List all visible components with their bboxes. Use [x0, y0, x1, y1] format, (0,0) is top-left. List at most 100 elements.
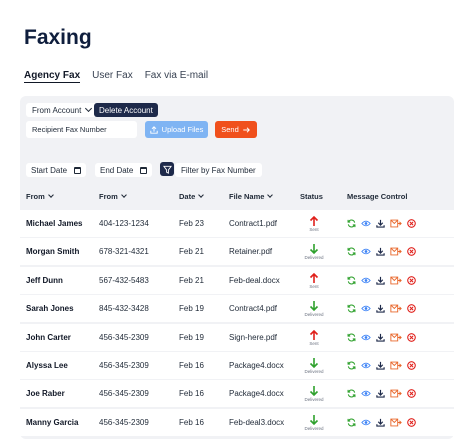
tab-user-fax[interactable]: User Fax [92, 70, 133, 83]
tab-bar: Agency Fax User Fax Fax via E-mail [24, 70, 208, 83]
table-header: From From Date File Name Status Message … [20, 192, 454, 206]
view-icon[interactable] [361, 247, 371, 256]
delete-icon[interactable] [407, 247, 416, 257]
delete-icon[interactable] [407, 304, 416, 314]
file-name[interactable]: Retainer.pdf [229, 238, 272, 265]
refresh-icon[interactable] [347, 418, 356, 427]
recipient-fax-input[interactable] [26, 121, 137, 138]
refresh-icon[interactable] [347, 219, 356, 228]
forward-icon[interactable] [390, 276, 402, 285]
header-date[interactable]: Date [179, 192, 205, 201]
header-from-name[interactable]: From [26, 192, 54, 201]
delete-icon[interactable] [407, 361, 416, 370]
file-name[interactable]: Feb-deal.docx [229, 267, 280, 294]
sender-fax-number: 845-432-3428 [99, 304, 149, 314]
download-icon[interactable] [376, 389, 385, 399]
arrow-right-icon [243, 126, 250, 133]
table-row[interactable]: John Carter 456-345-2309 Feb 19 Sign-here.p… [20, 323, 454, 351]
download-icon[interactable] [376, 247, 385, 257]
header-label: From [99, 192, 118, 201]
sender-name: Joe Raber [26, 389, 65, 399]
forward-icon[interactable] [390, 304, 402, 313]
download-icon[interactable] [376, 276, 385, 285]
status-cell: Delivered [303, 380, 325, 407]
file-name[interactable]: Feb-deal3.docx [229, 409, 284, 436]
sender-name: Michael James [26, 219, 83, 228]
filter-by-fax-number-input[interactable]: Filter by Fax Number [175, 163, 262, 177]
tab-agency-fax[interactable]: Agency Fax [24, 70, 81, 83]
view-icon[interactable] [361, 219, 371, 228]
status-cell: Delivered [303, 238, 325, 265]
view-icon[interactable] [361, 361, 371, 370]
filter-icon[interactable] [160, 162, 174, 176]
refresh-icon[interactable] [347, 304, 356, 313]
refresh-icon[interactable] [347, 333, 356, 342]
delete-account-button[interactable]: Delete Account [94, 103, 158, 117]
table-row[interactable]: Sarah Jones 845-432-3428 Feb 19 Contract4.p… [20, 295, 454, 323]
forward-icon[interactable] [390, 247, 402, 256]
download-icon[interactable] [376, 219, 385, 228]
message-controls [347, 352, 416, 379]
forward-icon[interactable] [390, 361, 402, 370]
forward-icon[interactable] [390, 389, 402, 398]
sender-fax-number: 456-345-2309 [99, 389, 149, 399]
header-label: From [26, 192, 45, 201]
table-row[interactable]: Jeff Dunn 567-432-5483 Feb 21 Feb-deal.docx… [20, 266, 454, 294]
status-cell: Delivered [303, 352, 325, 379]
delete-icon[interactable] [407, 417, 416, 427]
page-title: Faxing [24, 26, 92, 49]
header-from-number[interactable]: From [99, 192, 127, 201]
end-date-picker[interactable]: End Date [95, 163, 153, 177]
arrow-down-icon [309, 386, 319, 397]
table-row[interactable]: Michael James 404-123-1234 Feb 23 Contract1… [20, 210, 454, 237]
refresh-icon[interactable] [347, 276, 356, 285]
download-icon[interactable] [376, 361, 385, 370]
view-icon[interactable] [361, 276, 371, 285]
tab-fax-via-email[interactable]: Fax via E-mail [145, 70, 208, 83]
refresh-icon[interactable] [347, 361, 356, 370]
forward-icon[interactable] [390, 333, 402, 342]
delete-icon[interactable] [407, 275, 416, 285]
fax-date: Feb 16 [179, 389, 204, 399]
message-controls [347, 324, 416, 351]
send-button[interactable]: Send [215, 121, 257, 138]
file-name[interactable]: Sign-here.pdf [229, 324, 277, 351]
refresh-icon[interactable] [347, 389, 356, 398]
forward-icon[interactable] [390, 219, 402, 228]
view-icon[interactable] [361, 389, 371, 398]
arrow-up-icon [309, 329, 319, 340]
delete-icon[interactable] [407, 219, 416, 228]
view-icon[interactable] [361, 418, 371, 427]
status-label: Sent [309, 283, 319, 289]
message-controls [347, 380, 416, 407]
delete-icon[interactable] [407, 389, 416, 399]
header-file-name[interactable]: File Name [229, 192, 274, 201]
upload-files-button[interactable]: Upload Files [145, 121, 208, 138]
file-name[interactable]: Package4.docx [229, 352, 284, 379]
fax-date: Feb 19 [179, 304, 204, 314]
refresh-icon[interactable] [347, 247, 356, 256]
forward-icon[interactable] [390, 418, 402, 427]
delete-icon[interactable] [407, 332, 416, 342]
file-name[interactable]: Contract4.pdf [229, 295, 277, 322]
view-icon[interactable] [361, 333, 371, 342]
table-row[interactable]: Morgan Smith 678-321-4321 Feb 21 Retainer.p… [20, 238, 454, 266]
file-name[interactable]: Contract1.pdf [229, 210, 277, 237]
start-date-picker[interactable]: Start Date [26, 163, 87, 177]
table-row[interactable]: Manny Garcia 456-345-2309 Feb 16 Feb-deal3.… [20, 408, 454, 436]
sender-name: Alyssa Lee [26, 361, 68, 370]
view-icon[interactable] [361, 304, 371, 313]
file-name[interactable]: Package4.docx [229, 380, 284, 407]
table-row[interactable]: Alyssa Lee 456-345-2309 Feb 16 Package4.doc… [20, 352, 454, 379]
message-controls [347, 267, 416, 294]
from-account-dropdown[interactable]: From Account [26, 103, 98, 117]
chevron-down-icon [47, 192, 54, 198]
status-label: Delivered [304, 255, 324, 261]
table-row[interactable]: Joe Raber 456-345-2309 Feb 16 Package4.docx… [20, 380, 454, 408]
download-icon[interactable] [376, 333, 385, 342]
download-icon[interactable] [376, 418, 385, 427]
download-icon[interactable] [376, 304, 385, 313]
sender-name: Morgan Smith [26, 247, 80, 257]
arrow-down-icon [309, 244, 319, 255]
fax-date: Feb 16 [179, 417, 204, 427]
